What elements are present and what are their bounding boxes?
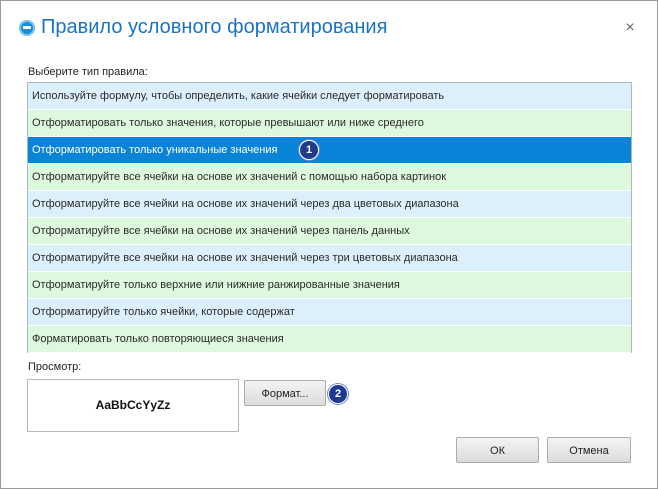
step-badge-2: 2: [328, 384, 348, 404]
rule-type-label: Выберите тип правила:: [28, 66, 148, 78]
preview-box: AaBbCcYyZz: [27, 379, 239, 432]
title-bar: Правило условного форматирования ×: [1, 1, 657, 57]
preview-sample-text: AaBbCcYyZz: [95, 398, 171, 412]
dialog-title: Правило условного форматирования: [41, 16, 388, 38]
rule-item[interactable]: Отформатируйте все ячейки на основе их з…: [28, 218, 631, 245]
rule-item-label: Отформатируйте только верхние или нижние…: [32, 279, 400, 291]
rule-item[interactable]: Отформатируйте все ячейки на основе их з…: [28, 164, 631, 191]
close-icon[interactable]: ×: [622, 20, 638, 36]
rule-item-label: Форматировать только повторяющиеся значе…: [32, 333, 284, 345]
rule-item[interactable]: Форматировать только повторяющиеся значе…: [28, 326, 631, 353]
rule-item-label: Отформатируйте все ячейки на основе их з…: [32, 198, 459, 210]
rule-item-label: Отформатировать только уникальные значен…: [32, 144, 278, 156]
rule-item-label: Используйте формулу, чтобы определить, к…: [32, 90, 445, 102]
rule-item[interactable]: Используйте формулу, чтобы определить, к…: [28, 83, 631, 110]
rule-item-label: Отформатируйте все ячейки на основе их з…: [32, 252, 458, 264]
rule-item-label: Отформатируйте только ячейки, которые со…: [32, 306, 295, 318]
app-logo-icon: [19, 20, 35, 36]
rule-item[interactable]: Отформатируйте только верхние или нижние…: [28, 272, 631, 299]
format-button[interactable]: Формат...: [244, 380, 326, 406]
rule-item[interactable]: Отформатировать только значения, которые…: [28, 110, 631, 137]
rule-item-label: Отформатируйте все ячейки на основе их з…: [32, 171, 447, 183]
rule-item-label: Отформатируйте все ячейки на основе их з…: [32, 225, 410, 237]
ok-button[interactable]: ОК: [456, 437, 539, 463]
rule-item[interactable]: Отформатируйте все ячейки на основе их з…: [28, 191, 631, 218]
dialog-window: Правило условного форматирования × Выбер…: [0, 0, 658, 489]
rule-item[interactable]: Отформатируйте только ячейки, которые со…: [28, 299, 631, 326]
preview-label: Просмотр:: [28, 361, 82, 373]
rule-item[interactable]: Отформатируйте все ячейки на основе их з…: [28, 245, 631, 272]
rule-item-label: Отформатировать только значения, которые…: [32, 117, 424, 129]
rule-type-list[interactable]: Используйте формулу, чтобы определить, к…: [27, 82, 632, 353]
cancel-button[interactable]: Отмена: [547, 437, 631, 463]
rule-item-selected[interactable]: Отформатировать только уникальные значен…: [28, 137, 631, 164]
step-badge-1: 1: [299, 140, 319, 160]
